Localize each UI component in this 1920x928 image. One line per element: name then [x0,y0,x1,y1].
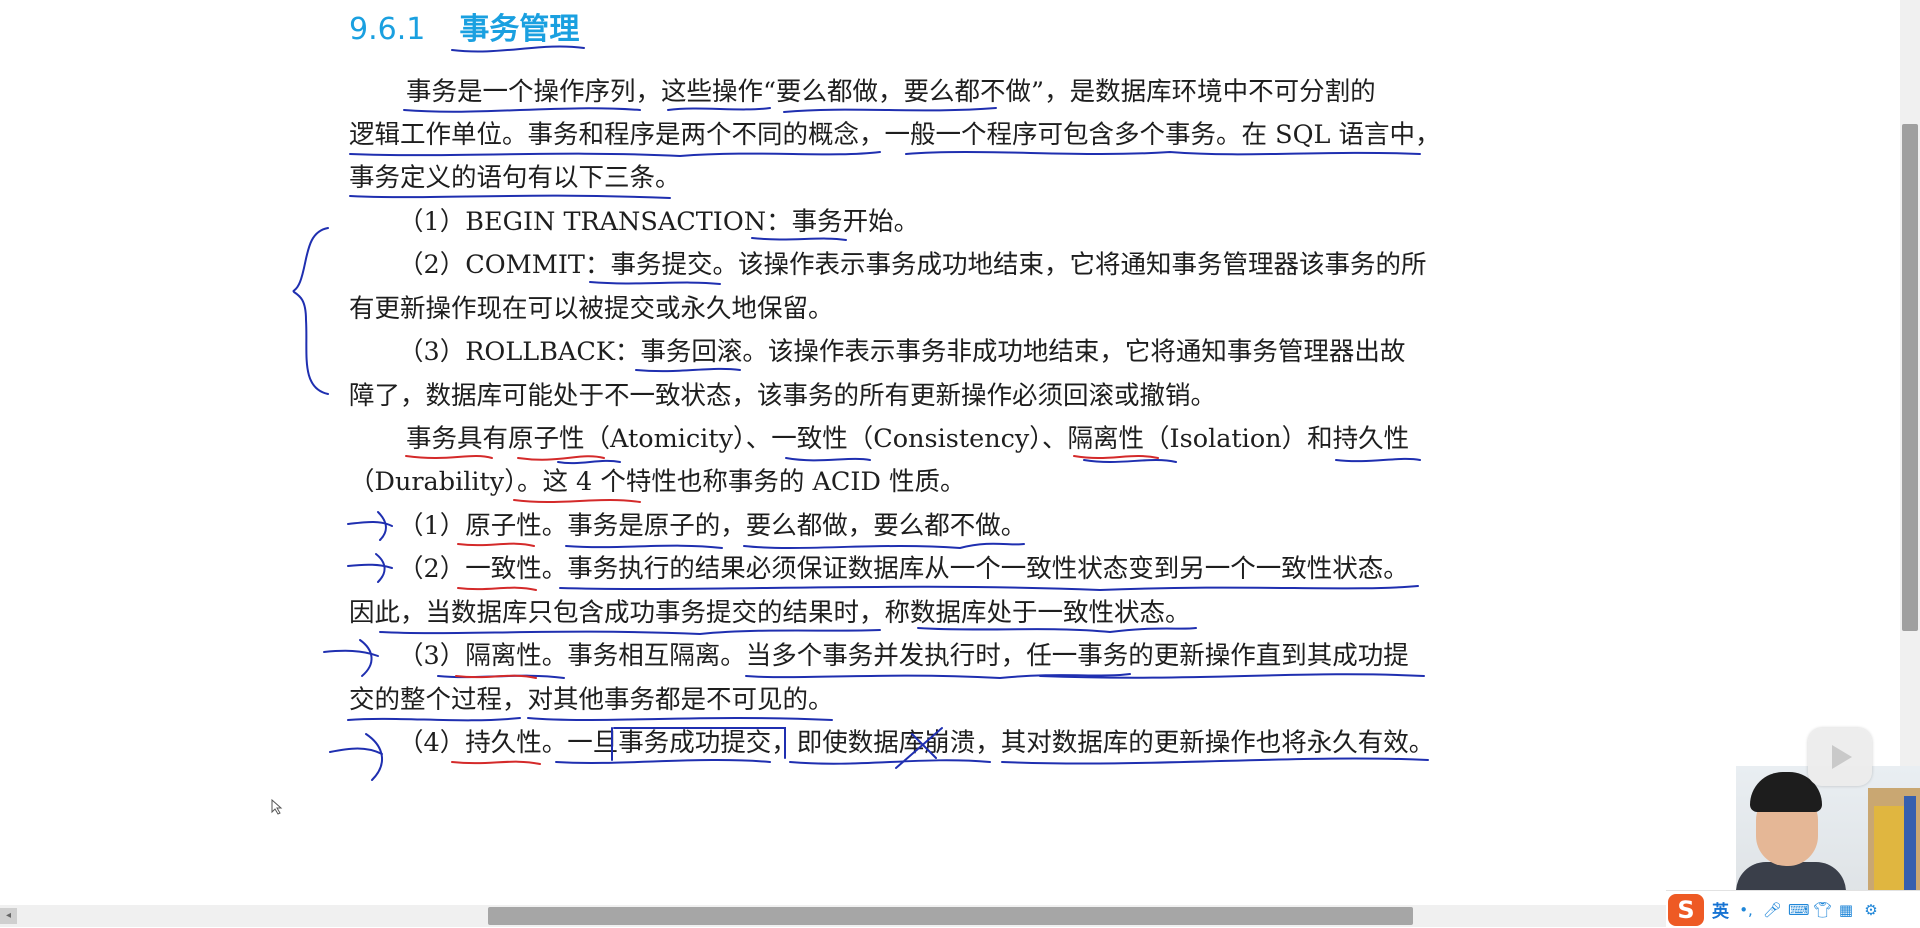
underline [455,674,537,679]
underline [743,542,1025,550]
underline [1001,757,1429,765]
ime-toolbar: S 英 •, 🎤︎ ⌨︎ 👕︎ ▦ ⚙︎ [1666,890,1920,928]
book [1874,806,1904,895]
brace [292,227,329,395]
underline [1073,455,1159,459]
underline [457,542,535,547]
paragraph-line: 事务是一个操作序列，这些操作“要么都做，要么都不做”，是数据库环境中不可分割的 [406,77,1376,107]
underline [667,107,771,111]
paragraph-line: （2）COMMIT：事务提交。该操作表示事务成功地结束，它将通知事务管理器该事务… [398,250,1427,280]
paragraph-line: 事务定义的语句有以下三条。 [349,163,681,193]
microphone-icon[interactable]: 🎤︎ [1763,902,1782,918]
scroll-left-arrow-icon[interactable]: ◂ [0,908,17,924]
underline [565,544,723,549]
play-button[interactable] [1808,728,1872,786]
arrow [329,733,383,781]
underline [513,499,641,503]
underline [379,629,881,636]
underline [405,455,493,459]
paragraph-line: 障了，数据库可能处于不一致状态，该事务的所有更新操作必须回滚或撤销。 [349,381,1217,411]
paragraph-line: （Durability）。这 4 个特性也称事务的 ACID 性质。 [349,467,966,497]
underline [349,151,881,158]
underline [451,760,541,765]
underline [555,759,771,764]
underline [349,194,671,199]
underline [635,367,741,373]
section-number: 9.6.1 [349,12,426,47]
section-heading: 9.6.1 事务管理 [349,4,579,48]
section-title: 事务管理 [459,12,580,47]
underline [527,717,833,721]
paragraph-line: （4）持久性。一旦事务成功提交，即使数据库崩溃，其对数据库的更新操作也将永久有效… [398,728,1435,758]
underline [1335,457,1421,463]
paragraph-line: （3）ROLLBACK：事务回滚。该操作表示事务非成功地结束，它将通知事务管理器… [398,337,1406,367]
underline [517,455,605,461]
arrow [323,639,379,677]
paragraph-line: 逻辑工作单位。事务和程序是两个不同的概念，一般一个程序可包含多个事务。在 SQL… [349,120,1441,150]
mouse-cursor-icon [271,799,283,815]
horizontal-scroll-thumb[interactable] [488,907,1413,925]
underline [557,459,621,465]
paragraph-line: （1）原子性。事务是原子的，要么都做，要么都不做。 [398,511,1027,541]
arrow [347,553,393,583]
grid-icon[interactable]: ▦ [1838,902,1854,918]
paragraph-line: 交的整个过程，对其他事务都是不可见的。 [349,685,834,715]
book [1904,796,1916,895]
underline [589,281,721,285]
paragraph-line: （1）BEGIN TRANSACTION：事务开始。 [398,207,920,237]
underline [745,673,1131,680]
sogou-logo-icon[interactable]: S [1668,893,1704,926]
underline [785,457,871,462]
keyboard-icon[interactable]: ⌨︎ [1788,902,1810,918]
underline [1083,459,1177,463]
underline [789,759,991,765]
underline [347,717,521,722]
underline [559,585,1419,592]
underline [751,237,847,241]
horizontal-scrollbar[interactable]: ◂ [0,905,1920,927]
paragraph-line: 因此，当数据库只包含成功事务提交的结果时，称数据库处于一致性状态。 [349,598,1191,628]
play-icon [1832,745,1852,769]
vertical-scroll-thumb[interactable] [1902,124,1918,631]
underline [403,107,641,113]
punctuation-icon[interactable]: •, [1738,902,1754,918]
paragraph-line: （2）一致性。事务执行的结果必须保证数据库从一个一致性状态变到另一个一致性状态。 [398,554,1409,584]
settings-icon[interactable]: ⚙︎ [1863,902,1879,918]
paragraph-line: 事务具有原子性（Atomicity）、一致性（Consistency）、隔离性（… [406,424,1410,454]
underline [1039,673,1425,679]
paragraph-line: 有更新操作现在可以被提交或永久地保留。 [349,294,834,324]
underline [783,107,997,113]
underline [917,627,1197,634]
document-page: 9.6.1 事务管理 事务是一个操作序列，这些操作“要么都做，要么都不做”，是数据… [0,0,1900,905]
underline [437,674,565,679]
paragraph-line: （3）隔离性。事务相互隔离。当多个事务并发执行时，任一事务的更新操作直到其成功提 [398,641,1409,671]
underline [457,586,537,591]
skin-icon[interactable]: 👕︎ [1813,902,1832,918]
ime-language-toggle[interactable]: 英 [1712,897,1729,922]
underline [905,150,1421,156]
arrow [347,511,393,541]
